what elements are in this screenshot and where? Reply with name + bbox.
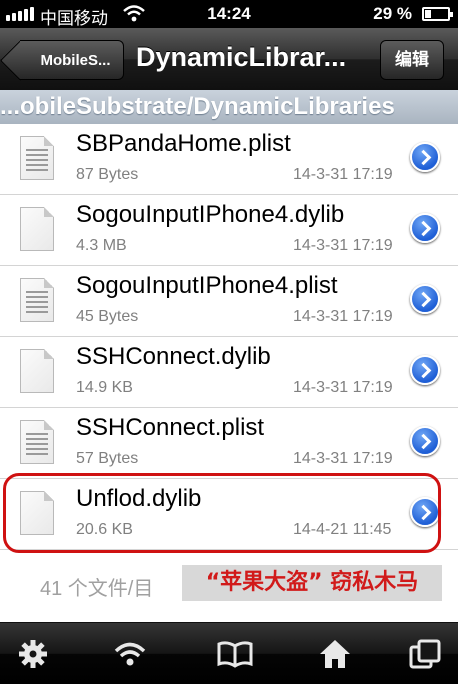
- windows-icon[interactable]: [406, 635, 444, 673]
- gear-icon[interactable]: [14, 635, 52, 673]
- file-date: 14-3-31 17:19: [293, 237, 393, 254]
- path-bar: ...obileSubstrate/DynamicLibraries: [0, 90, 458, 124]
- navigation-bar: MobileS... DynamicLibrar... 编辑: [0, 28, 458, 91]
- file-date: 14-3-31 17:19: [293, 308, 393, 325]
- file-size: 87 Bytes: [76, 166, 139, 183]
- page-title: DynamicLibrar...: [136, 42, 347, 72]
- file-name: SogouInputIPhone4.plist: [76, 272, 338, 299]
- file-name: SSHConnect.dylib: [76, 343, 271, 370]
- status-bar: 中国移动 14:24 29 %: [0, 0, 458, 28]
- disclosure-button[interactable]: [410, 142, 440, 172]
- file-row[interactable]: SBPandaHome.plist 87 Bytes 14-3-31 17:19: [0, 124, 458, 195]
- battery-icon: [422, 7, 453, 21]
- disclosure-button[interactable]: [410, 426, 440, 456]
- malware-annotation-label: “苹果大盗” 窃私木马: [182, 565, 442, 601]
- file-name: SBPandaHome.plist: [76, 130, 291, 157]
- highlight-annotation: [3, 473, 441, 553]
- text-document-icon: [20, 278, 54, 322]
- file-date: 14-3-31 17:19: [293, 379, 393, 396]
- edit-button[interactable]: 编辑: [380, 40, 444, 80]
- item-count-summary: 41 个文件/目: [40, 578, 154, 600]
- document-icon: [20, 207, 54, 251]
- file-size: 45 Bytes: [76, 308, 139, 325]
- battery-percent: 29 %: [373, 4, 412, 23]
- text-document-icon: [20, 136, 54, 180]
- file-row[interactable]: SSHConnect.plist 57 Bytes 14-3-31 17:19: [0, 408, 458, 479]
- wifi-icon[interactable]: [111, 635, 149, 673]
- disclosure-button[interactable]: [410, 284, 440, 314]
- file-date: 14-3-31 17:19: [293, 166, 393, 183]
- file-date: 14-3-31 17:19: [293, 450, 393, 467]
- tab-bar: [0, 622, 458, 684]
- file-size: 14.9 KB: [76, 379, 133, 396]
- file-size: 4.3 MB: [76, 237, 127, 254]
- disclosure-button[interactable]: [410, 355, 440, 385]
- back-button[interactable]: MobileS...: [20, 40, 124, 80]
- file-name: SogouInputIPhone4.dylib: [76, 201, 345, 228]
- file-size: 57 Bytes: [76, 450, 139, 467]
- file-row[interactable]: SSHConnect.dylib 14.9 KB 14-3-31 17:19: [0, 337, 458, 408]
- file-name: SSHConnect.plist: [76, 414, 265, 441]
- file-row[interactable]: SogouInputIPhone4.dylib 4.3 MB 14-3-31 17:…: [0, 195, 458, 266]
- book-icon[interactable]: [216, 635, 254, 673]
- home-icon[interactable]: [316, 635, 354, 673]
- document-icon: [20, 349, 54, 393]
- file-row[interactable]: SogouInputIPhone4.plist 45 Bytes 14-3-31 1…: [0, 266, 458, 337]
- text-document-icon: [20, 420, 54, 464]
- disclosure-button[interactable]: [410, 213, 440, 243]
